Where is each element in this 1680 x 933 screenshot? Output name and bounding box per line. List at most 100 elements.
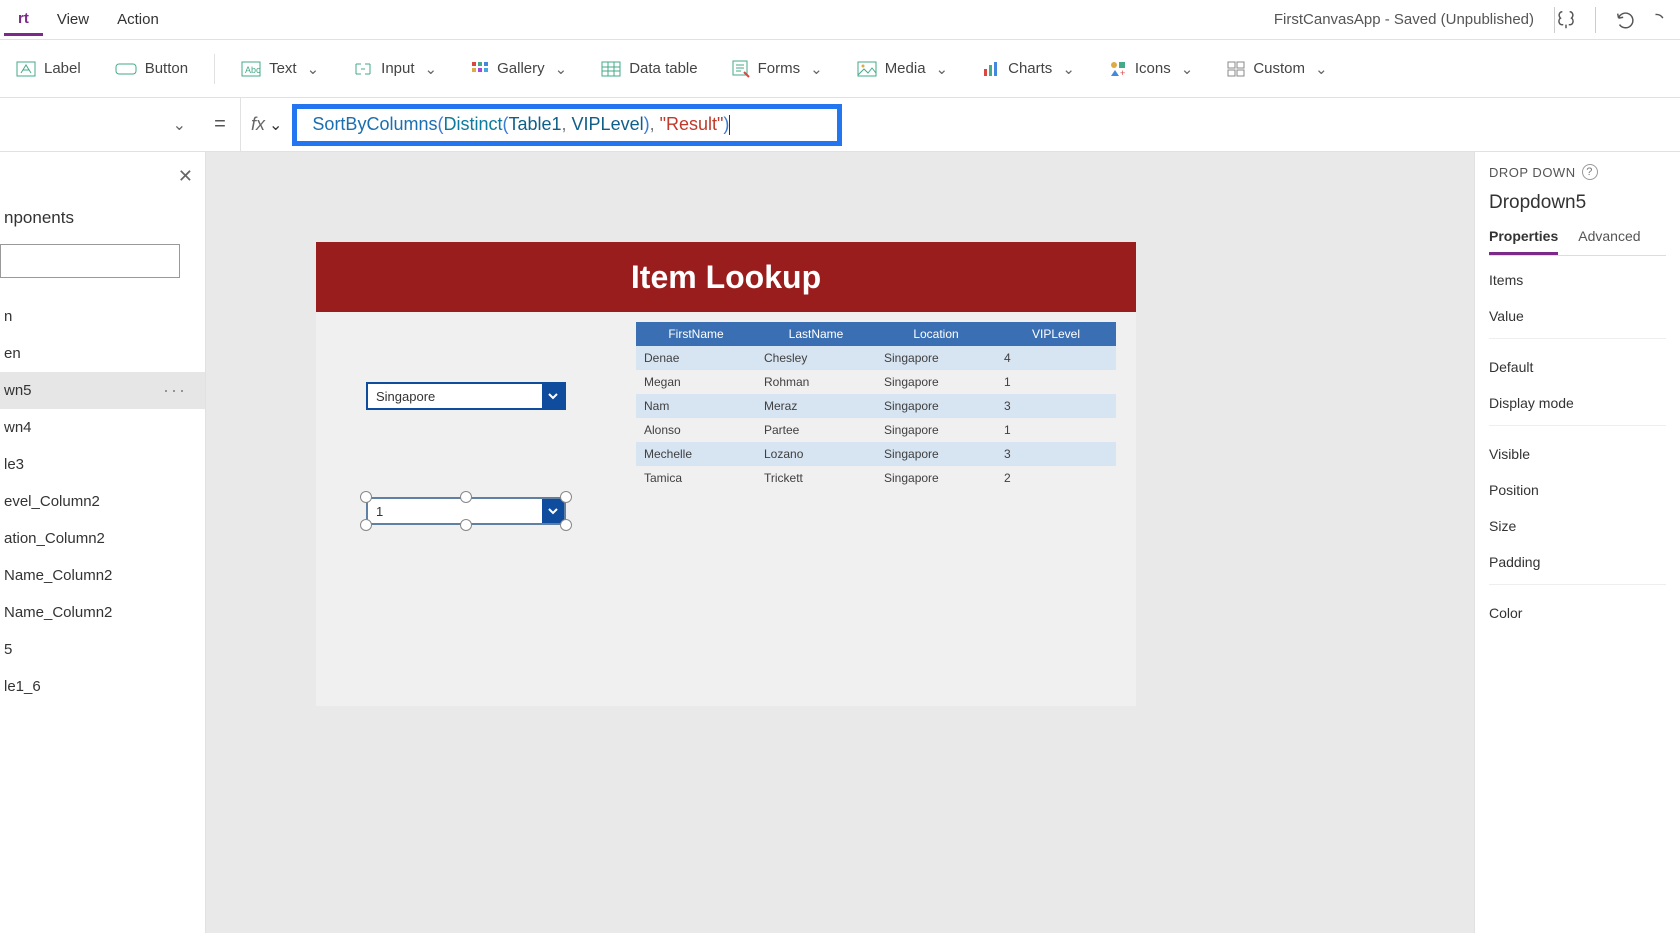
datatable-icon xyxy=(601,61,621,77)
resize-handle[interactable] xyxy=(360,519,372,531)
tree-item[interactable]: Name_Column2 xyxy=(0,557,205,594)
properties-panel: DROP DOWN ? Dropdown5 Properties Advance… xyxy=(1474,152,1680,933)
ribbon-button[interactable]: Button xyxy=(107,54,196,83)
table-cell: 1 xyxy=(996,418,1116,442)
table-cell: Partee xyxy=(756,418,876,442)
tab-properties[interactable]: Properties xyxy=(1489,228,1558,255)
ribbon-gallery[interactable]: Gallery ⌄ xyxy=(463,54,575,84)
table-cell: 3 xyxy=(996,442,1116,466)
label-icon xyxy=(16,61,36,77)
column-header[interactable]: Location xyxy=(876,322,996,346)
table-cell: Singapore xyxy=(876,346,996,370)
tree-item[interactable]: 5 xyxy=(0,631,205,668)
property-selector[interactable]: ⌄ xyxy=(0,105,200,145)
ribbon-text[interactable]: Abc Text ⌄ xyxy=(233,54,327,84)
ribbon-text-text: Text xyxy=(269,60,297,77)
fx-button[interactable]: fx ⌄ xyxy=(240,98,292,151)
prop-display-mode[interactable]: Display mode xyxy=(1489,379,1666,415)
formula-bar: ⌄ = fx ⌄ SortByColumns(Distinct(Table1, … xyxy=(0,98,1680,152)
ribbon-datatable[interactable]: Data table xyxy=(593,54,705,83)
tree-tab-components-partial[interactable]: nponents xyxy=(0,152,205,238)
dropdown-location[interactable]: Singapore xyxy=(366,382,566,410)
table-row[interactable]: MeganRohmanSingapore1 xyxy=(636,370,1116,394)
table-cell: Lozano xyxy=(756,442,876,466)
input-icon xyxy=(353,61,373,77)
table-row[interactable]: NamMerazSingapore3 xyxy=(636,394,1116,418)
tree-item[interactable]: le1_6 xyxy=(0,668,205,705)
table-cell: 1 xyxy=(996,370,1116,394)
custom-icon xyxy=(1227,61,1245,77)
table-row[interactable]: TamicaTrickettSingapore2 xyxy=(636,466,1116,490)
search-input[interactable] xyxy=(0,244,180,278)
table-row[interactable]: AlonsoParteeSingapore1 xyxy=(636,418,1116,442)
chevron-down-icon[interactable] xyxy=(542,499,564,523)
tree-item[interactable]: wn5··· xyxy=(0,372,205,409)
prop-color[interactable]: Color xyxy=(1489,589,1666,625)
menu-view[interactable]: View xyxy=(43,5,103,34)
table-cell: Mechelle xyxy=(636,442,756,466)
chevron-down-icon: ⌄ xyxy=(425,60,438,78)
table-cell: Singapore xyxy=(876,370,996,394)
table-cell: 4 xyxy=(996,346,1116,370)
prop-padding[interactable]: Padding xyxy=(1489,538,1666,574)
help-icon[interactable]: ? xyxy=(1582,164,1598,180)
charts-icon xyxy=(982,61,1000,77)
canvas[interactable]: Item Lookup Singapore 1 FirstNameLastNam… xyxy=(206,152,1474,933)
tree-view-panel: ✕ nponents nenwn5···wn4le3evel_Column2at… xyxy=(0,152,206,933)
tree-item[interactable]: n xyxy=(0,298,205,335)
close-icon[interactable]: ✕ xyxy=(178,166,193,187)
resize-handle[interactable] xyxy=(460,519,472,531)
redo-icon-partial[interactable] xyxy=(1654,9,1668,31)
prop-items[interactable]: Items xyxy=(1489,256,1666,292)
menu-insert-partial[interactable]: rt xyxy=(4,4,43,36)
app-checker-icon[interactable] xyxy=(1555,9,1577,31)
prop-value[interactable]: Value xyxy=(1489,292,1666,328)
table-row[interactable]: MechelleLozanoSingapore3 xyxy=(636,442,1116,466)
prop-visible[interactable]: Visible xyxy=(1489,430,1666,466)
prop-position[interactable]: Position xyxy=(1489,466,1666,502)
tab-advanced[interactable]: Advanced xyxy=(1578,228,1640,255)
data-table[interactable]: FirstNameLastNameLocationVIPLevel DenaeC… xyxy=(636,322,1116,490)
top-menu: rt View Action FirstCanvasApp - Saved (U… xyxy=(0,0,1680,40)
app-title: FirstCanvasApp - Saved (Unpublished) xyxy=(1274,11,1534,28)
undo-icon[interactable] xyxy=(1614,9,1636,31)
ribbon-input[interactable]: Input ⌄ xyxy=(345,54,445,84)
control-name: Dropdown5 xyxy=(1489,192,1666,214)
table-cell: Singapore xyxy=(876,394,996,418)
tree-item[interactable]: evel_Column2 xyxy=(0,483,205,520)
tree-item[interactable]: le3 xyxy=(0,446,205,483)
dropdown5-selected[interactable]: 1 xyxy=(366,497,566,525)
ribbon-forms[interactable]: Forms ⌄ xyxy=(724,54,831,84)
ribbon-custom[interactable]: Custom ⌄ xyxy=(1219,54,1335,84)
ribbon-icons[interactable]: + Icons ⌄ xyxy=(1101,54,1201,84)
app-screen: Item Lookup Singapore 1 FirstNameLastNam… xyxy=(316,242,1136,706)
table-cell: Megan xyxy=(636,370,756,394)
formula-input[interactable]: SortByColumns(Distinct(Table1, VIPLevel)… xyxy=(292,98,1680,151)
resize-handle[interactable] xyxy=(560,519,572,531)
chevron-down-icon: ⌄ xyxy=(269,115,282,135)
prop-default[interactable]: Default xyxy=(1489,343,1666,379)
resize-handle[interactable] xyxy=(460,491,472,503)
resize-handle[interactable] xyxy=(560,491,572,503)
table-cell: Alonso xyxy=(636,418,756,442)
prop-size[interactable]: Size xyxy=(1489,502,1666,538)
tree-item[interactable]: en xyxy=(0,335,205,372)
resize-handle[interactable] xyxy=(360,491,372,503)
table-cell: Tamica xyxy=(636,466,756,490)
more-icon[interactable]: ··· xyxy=(163,380,187,401)
chevron-down-icon[interactable] xyxy=(542,384,564,408)
column-header[interactable]: LastName xyxy=(756,322,876,346)
column-header[interactable]: FirstName xyxy=(636,322,756,346)
ribbon-media[interactable]: Media ⌄ xyxy=(849,54,956,84)
column-header[interactable]: VIPLevel xyxy=(996,322,1116,346)
ribbon-label[interactable]: Label xyxy=(8,54,89,83)
tree-item[interactable]: Name_Column2 xyxy=(0,594,205,631)
tree-item[interactable]: wn4 xyxy=(0,409,205,446)
text-icon: Abc xyxy=(241,61,261,77)
table-cell: Chesley xyxy=(756,346,876,370)
dropdown-value: Singapore xyxy=(368,389,542,404)
menu-action[interactable]: Action xyxy=(103,5,173,34)
ribbon-charts[interactable]: Charts ⌄ xyxy=(974,54,1083,84)
table-row[interactable]: DenaeChesleySingapore4 xyxy=(636,346,1116,370)
tree-item[interactable]: ation_Column2 xyxy=(0,520,205,557)
